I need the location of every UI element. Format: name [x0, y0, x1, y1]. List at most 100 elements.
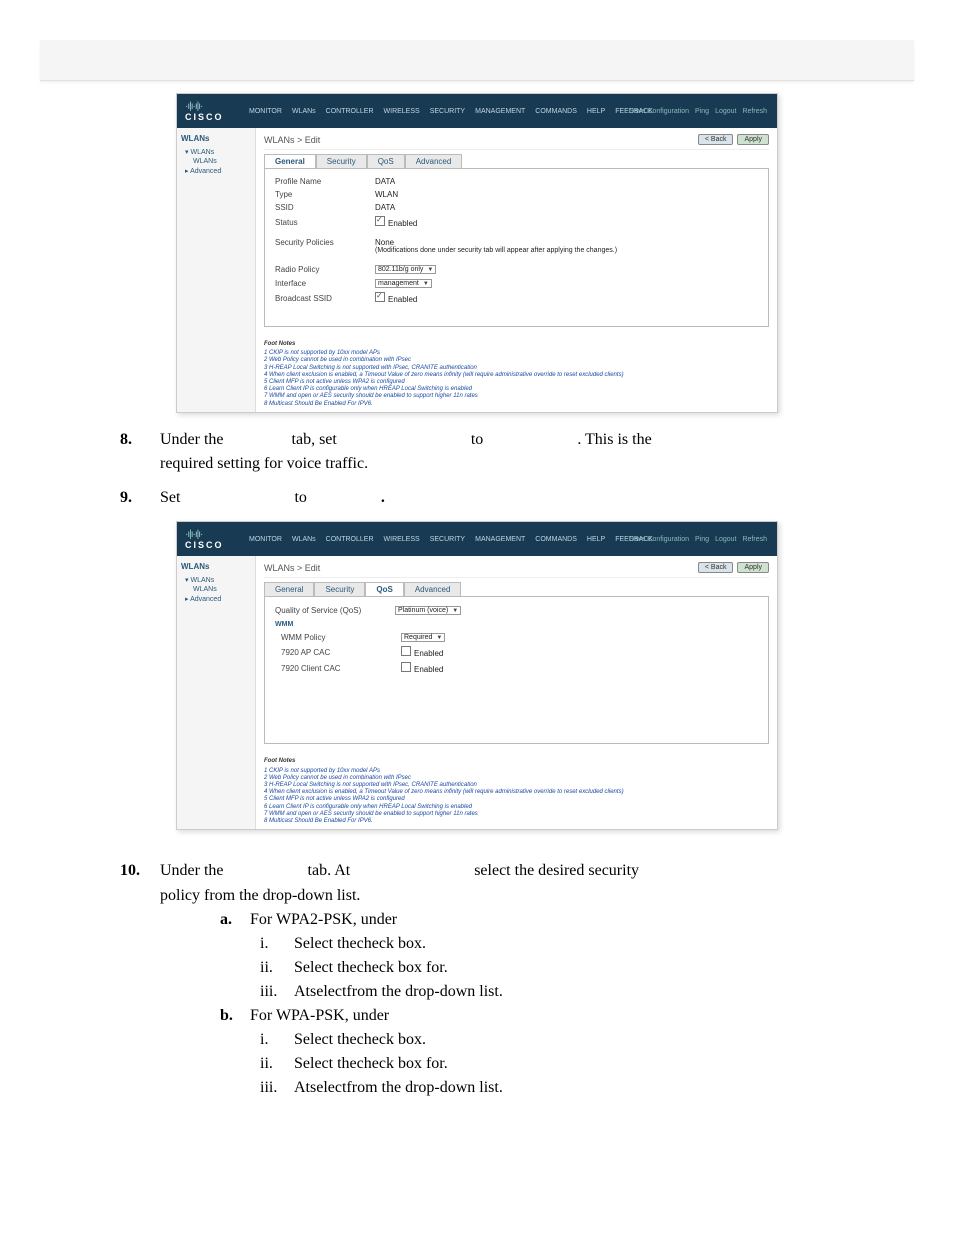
footnote-5: 5 Client MFP is not active unless WPA2 i… — [264, 379, 769, 386]
step-8-body: Under the tab, set to . This is the — [160, 429, 914, 451]
link-ping[interactable]: Ping — [695, 536, 709, 543]
tab-security[interactable]: Security — [314, 582, 365, 596]
link-logout[interactable]: Logout — [715, 536, 736, 543]
cisco-logo-text: CISCO — [185, 540, 235, 550]
link-ping[interactable]: Ping — [695, 108, 709, 115]
tab-advanced[interactable]: Advanced — [404, 582, 462, 596]
back-button[interactable]: < Back — [698, 562, 734, 573]
apply-button[interactable]: Apply — [737, 134, 769, 145]
status-checkbox[interactable]: Enabled — [375, 216, 417, 228]
label-client-cac: 7920 Client CAC — [275, 664, 401, 673]
value-security-policies: None(Modifications done under security t… — [375, 238, 617, 254]
footnote-7: 7 WMM and open or AES security should be… — [264, 393, 769, 400]
footnote-4: 4 When client exclusion is enabled, a Ti… — [264, 789, 769, 796]
footnote-7: 7 WMM and open or AES security should be… — [264, 811, 769, 818]
tab-general[interactable]: General — [264, 154, 316, 168]
nav-help[interactable]: HELP — [587, 536, 605, 543]
substep-a: a. For WPA2-PSK, under — [40, 911, 914, 929]
value-type: WLAN — [375, 190, 398, 199]
checkbox-icon — [401, 646, 411, 656]
step-10-number: 10. — [120, 860, 160, 882]
footnote-4: 4 When client exclusion is enabled, a Ti… — [264, 372, 769, 379]
label-status: Status — [275, 218, 375, 227]
cisco-logo-icon: ·ı|ı·ı|ı· — [185, 101, 235, 112]
top-links: Save Configuration Ping Logout Refresh — [630, 536, 768, 543]
nav-commands[interactable]: COMMANDS — [535, 536, 577, 543]
radio-policy-select[interactable]: 802.11b/g only — [375, 265, 436, 274]
tab-qos[interactable]: QoS — [365, 582, 403, 596]
sidebar-item-advanced[interactable]: ▸ Advanced — [181, 166, 251, 176]
nav-wireless[interactable]: WIRELESS — [384, 536, 420, 543]
client-cac-checkbox[interactable]: Enabled — [401, 662, 443, 674]
app-main: WLANs ▾ WLANs WLANs ▸ Advanced WLANs > E… — [177, 128, 777, 412]
step-9-body: Set to . — [160, 487, 914, 509]
screenshot-wlan-qos: ·ı|ı·ı|ı· CISCO MONITOR WLANs CONTROLLER… — [176, 521, 778, 830]
broadcast-ssid-checkbox[interactable]: Enabled — [375, 292, 417, 304]
top-links: Save Configuration Ping Logout Refresh — [630, 108, 768, 115]
tab-advanced[interactable]: Advanced — [405, 154, 463, 168]
substep-a-num: a. — [220, 911, 250, 929]
substep-b-i-num: i. — [260, 1031, 294, 1049]
cisco-logo-icon: ·ı|ı·ı|ı· — [185, 529, 235, 540]
substep-a-ii-num: ii. — [260, 959, 294, 977]
nav-wlans[interactable]: WLANs — [292, 108, 316, 115]
label-radio-policy: Radio Policy — [275, 265, 375, 274]
interface-select[interactable]: management — [375, 279, 432, 288]
value-ssid: DATA — [375, 203, 395, 212]
nav-management[interactable]: MANAGEMENT — [475, 108, 525, 115]
sidebar: WLANs ▾ WLANs WLANs ▸ Advanced — [177, 128, 256, 412]
link-refresh[interactable]: Refresh — [742, 536, 767, 543]
link-save-config[interactable]: Save Configuration — [630, 536, 690, 543]
footnote-5: 5 Client MFP is not active unless WPA2 i… — [264, 796, 769, 803]
content-panel: WLANs > Edit < Back Apply General Securi… — [256, 556, 777, 829]
nav-security[interactable]: SECURITY — [430, 108, 465, 115]
wmm-policy-select[interactable]: Required — [401, 633, 445, 642]
nav-wireless[interactable]: WIRELESS — [384, 108, 420, 115]
tab-bar: General Security QoS Advanced — [264, 154, 769, 168]
checkbox-icon — [401, 662, 411, 672]
footnote-1: 1 CKIP is not supported by 10xx model AP… — [264, 768, 769, 775]
substep-b-iii: iii. Atselectfrom the drop-down list. — [40, 1079, 914, 1097]
nav-commands[interactable]: COMMANDS — [535, 108, 577, 115]
nav-monitor[interactable]: MONITOR — [249, 108, 282, 115]
nav-security[interactable]: SECURITY — [430, 536, 465, 543]
sidebar-item-wlans[interactable]: ▾ WLANs — [181, 575, 251, 585]
apply-button[interactable]: Apply — [737, 562, 769, 573]
qos-select[interactable]: Platinum (voice) — [395, 606, 461, 615]
nav-controller[interactable]: CONTROLLER — [326, 108, 374, 115]
main-nav: MONITOR WLANs CONTROLLER WIRELESS SECURI… — [249, 536, 653, 543]
step-8: 8. Under the tab, set to . This is the — [40, 429, 914, 451]
cisco-logo: ·ı|ı·ı|ı· CISCO — [185, 101, 235, 122]
security-policies-note: (Modifications done under security tab w… — [375, 247, 617, 254]
tab-security[interactable]: Security — [316, 154, 367, 168]
nav-management[interactable]: MANAGEMENT — [475, 536, 525, 543]
link-save-config[interactable]: Save Configuration — [630, 108, 690, 115]
breadcrumb: WLANs > Edit — [264, 563, 320, 573]
checkbox-icon — [375, 216, 385, 226]
link-logout[interactable]: Logout — [715, 108, 736, 115]
nav-wlans[interactable]: WLANs — [292, 536, 316, 543]
substep-b-i: i. Select thecheck box. — [40, 1031, 914, 1049]
ap-cac-checkbox[interactable]: Enabled — [401, 646, 443, 658]
link-refresh[interactable]: Refresh — [742, 108, 767, 115]
tab-qos[interactable]: QoS — [367, 154, 405, 168]
back-button[interactable]: < Back — [698, 134, 734, 145]
substep-b-body: For WPA-PSK, under — [250, 1007, 914, 1025]
substep-b-iii-num: iii. — [260, 1079, 294, 1097]
app-header: ·ı|ı·ı|ı· CISCO MONITOR WLANs CONTROLLER… — [177, 94, 777, 128]
substep-a-iii-num: iii. — [260, 983, 294, 1001]
nav-controller[interactable]: CONTROLLER — [326, 536, 374, 543]
nav-monitor[interactable]: MONITOR — [249, 536, 282, 543]
footnotes: Foot Notes 1 CKIP is not supported by 10… — [264, 758, 769, 825]
sidebar-item-wlans[interactable]: ▾ WLANs — [181, 147, 251, 157]
tab-general[interactable]: General — [264, 582, 314, 596]
sidebar-item-advanced[interactable]: ▸ Advanced — [181, 594, 251, 604]
sidebar-heading: WLANs — [181, 562, 251, 571]
footnotes-title: Foot Notes — [264, 341, 769, 348]
substep-a-i-num: i. — [260, 935, 294, 953]
sidebar-sub-wlans[interactable]: WLANs — [181, 157, 251, 166]
nav-help[interactable]: HELP — [587, 108, 605, 115]
sidebar-sub-wlans[interactable]: WLANs — [181, 585, 251, 594]
label-interface: Interface — [275, 279, 375, 288]
footnote-8: 8 Multicast Should Be Enabled For IPV6. — [264, 401, 769, 408]
